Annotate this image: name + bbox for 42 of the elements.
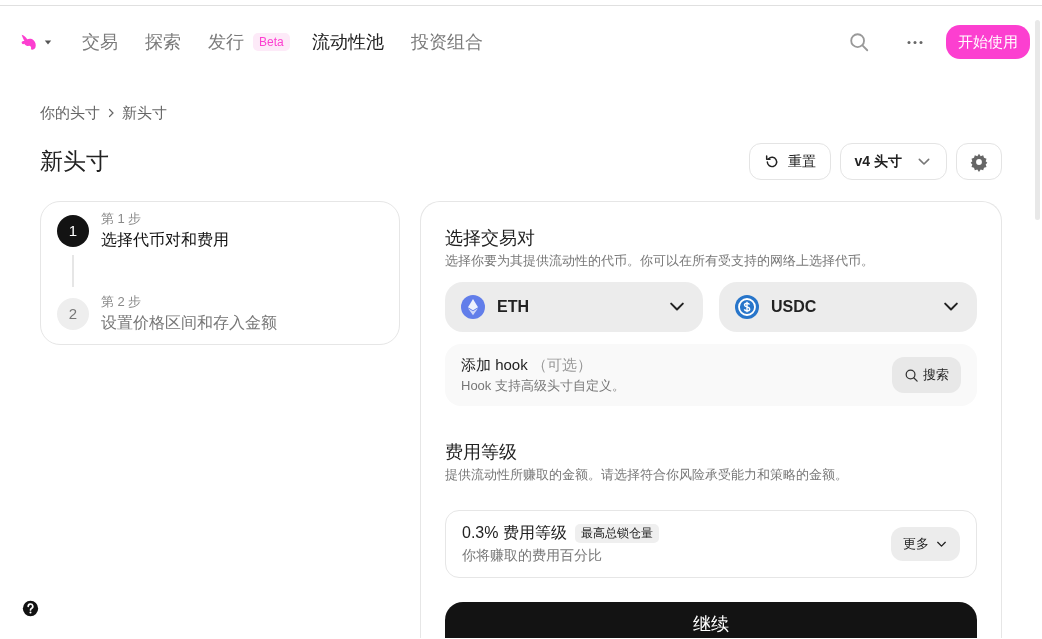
caret-icon[interactable] xyxy=(44,38,52,46)
usdc-token-icon xyxy=(735,295,759,319)
token-select[interactable]: ETH xyxy=(445,282,703,332)
hook-description: Hook 支持高级头寸自定义。 xyxy=(461,376,626,395)
optional-label: （可选） xyxy=(531,355,592,373)
step-label: 第 1 步 xyxy=(101,210,143,228)
search-icon xyxy=(904,367,919,383)
ethereum-token-icon xyxy=(461,295,485,319)
breadcrumb-link[interactable]: 新头寸 xyxy=(122,103,167,123)
step-title: 选择代币对和费用 xyxy=(101,230,229,250)
step-number: 2 xyxy=(57,297,89,330)
settings-icon xyxy=(969,151,989,172)
reset-button[interactable]: 重置 xyxy=(748,143,831,180)
nav-link[interactable]: 投资组合 xyxy=(410,30,483,54)
section-title: 选择交易对 xyxy=(445,227,536,250)
settings-button[interactable] xyxy=(956,143,1002,180)
hook-title: 添加 hook xyxy=(461,355,528,373)
step-label: 第 2 步 xyxy=(101,293,143,311)
search-button[interactable]: 搜索 xyxy=(892,357,961,393)
nav-link[interactable]: 交易 xyxy=(82,30,118,54)
version-dropdown[interactable]: v4 头寸 xyxy=(839,143,947,180)
beta-badge: Beta xyxy=(253,33,290,51)
nav-link[interactable]: 流动性池 xyxy=(311,30,384,54)
search-icon[interactable] xyxy=(848,31,870,53)
fee-tier-label: 0.3% 费用等级 xyxy=(462,523,567,543)
step-number: 1 xyxy=(57,214,89,247)
nav-link[interactable]: 探索 xyxy=(145,30,181,54)
token-select[interactable]: USDC xyxy=(719,282,977,332)
fee-note: 你将赚取的费用百分比 xyxy=(462,547,603,565)
reset-icon xyxy=(763,153,780,170)
breadcrumb-link[interactable]: 你的头寸 xyxy=(40,103,100,123)
more-icon[interactable] xyxy=(906,39,924,45)
more-button[interactable]: 更多 xyxy=(891,527,960,561)
section-description: 提供流动性所赚取的金额。请选择符合你风险承受能力和策略的金额。 xyxy=(445,466,849,484)
page-title: 新头寸 xyxy=(40,147,109,176)
continue-button[interactable]: 继续 xyxy=(445,602,977,638)
section-description: 选择你要为其提供流动性的代币。你可以在所有受支持的网络上选择代币。 xyxy=(445,252,875,270)
tvl-tag: 最高总锁仓量 xyxy=(574,524,659,543)
help-icon[interactable] xyxy=(22,600,39,617)
step-title: 设置价格区间和存入金额 xyxy=(101,313,277,333)
nav-link[interactable]: 发行 xyxy=(208,30,244,54)
section-title: 费用等级 xyxy=(445,441,518,464)
